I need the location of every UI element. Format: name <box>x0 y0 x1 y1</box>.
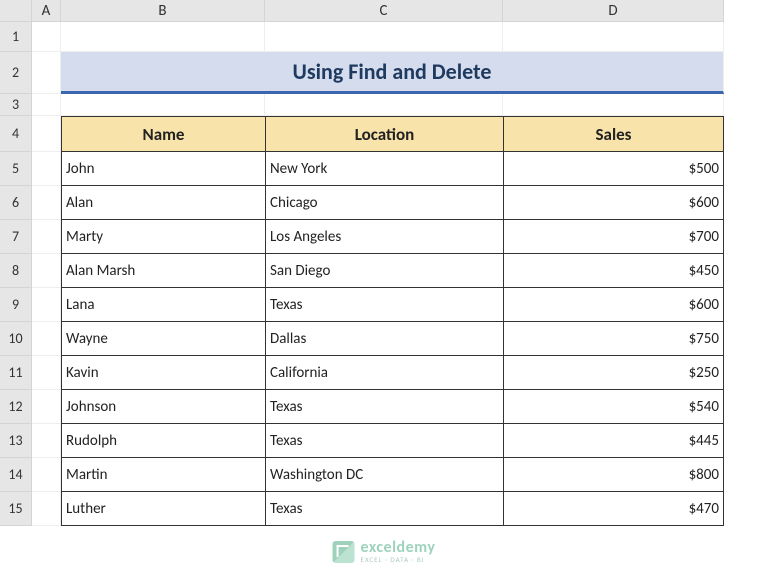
col-header-D[interactable]: D <box>503 0 724 22</box>
cell-sales[interactable]: $445 <box>503 424 724 458</box>
cell-sales[interactable]: $800 <box>503 458 724 492</box>
table-header-location[interactable]: Location <box>265 116 503 152</box>
row-header-5[interactable]: 5 <box>0 152 32 186</box>
cell-A2[interactable] <box>32 52 61 94</box>
cell-location[interactable]: Chicago <box>265 186 503 220</box>
cell-name[interactable]: Johnson <box>61 390 265 424</box>
page-title[interactable]: Using Find and Delete <box>61 52 724 94</box>
cell-location[interactable]: California <box>265 356 503 390</box>
cell-sales[interactable]: $700 <box>503 220 724 254</box>
row-header-1[interactable]: 1 <box>0 22 32 52</box>
spreadsheet-grid[interactable]: A B C D 1 2 Using Find and Delete 3 4 Na… <box>0 0 768 526</box>
cell-location[interactable]: San Diego <box>265 254 503 288</box>
cell-A7[interactable] <box>32 220 61 254</box>
watermark-brand: exceldemy <box>361 540 436 556</box>
table-header-name[interactable]: Name <box>61 116 265 152</box>
cell-location[interactable]: Washington DC <box>265 458 503 492</box>
cell-name[interactable]: Kavin <box>61 356 265 390</box>
cell-name[interactable]: Wayne <box>61 322 265 356</box>
cell-A14[interactable] <box>32 458 61 492</box>
cell-name[interactable]: Marty <box>61 220 265 254</box>
cell-A12[interactable] <box>32 390 61 424</box>
cell-D1[interactable] <box>503 22 724 52</box>
cell-location[interactable]: New York <box>265 152 503 186</box>
cell-name[interactable]: Luther <box>61 492 265 526</box>
cell-C1[interactable] <box>265 22 503 52</box>
cell-A4[interactable] <box>32 116 61 152</box>
table-header-sales[interactable]: Sales <box>503 116 724 152</box>
col-header-B[interactable]: B <box>61 0 265 22</box>
cell-sales[interactable]: $540 <box>503 390 724 424</box>
row-header-7[interactable]: 7 <box>0 220 32 254</box>
cell-name[interactable]: Lana <box>61 288 265 322</box>
row-header-8[interactable]: 8 <box>0 254 32 288</box>
cell-A10[interactable] <box>32 322 61 356</box>
cell-B1[interactable] <box>61 22 265 52</box>
cell-name[interactable]: Alan <box>61 186 265 220</box>
cell-A1[interactable] <box>32 22 61 52</box>
cell-A11[interactable] <box>32 356 61 390</box>
cell-name[interactable]: Martin <box>61 458 265 492</box>
row-header-3[interactable]: 3 <box>0 94 32 116</box>
cell-sales[interactable]: $500 <box>503 152 724 186</box>
cell-sales[interactable]: $470 <box>503 492 724 526</box>
row-header-12[interactable]: 12 <box>0 390 32 424</box>
cell-location[interactable]: Texas <box>265 390 503 424</box>
row-header-14[interactable]: 14 <box>0 458 32 492</box>
cell-A3[interactable] <box>32 94 61 116</box>
cell-sales[interactable]: $750 <box>503 322 724 356</box>
cell-name[interactable]: Alan Marsh <box>61 254 265 288</box>
select-all-corner[interactable] <box>0 0 32 22</box>
row-header-15[interactable]: 15 <box>0 492 32 526</box>
row-header-2[interactable]: 2 <box>0 52 32 94</box>
row-header-9[interactable]: 9 <box>0 288 32 322</box>
cell-A8[interactable] <box>32 254 61 288</box>
cell-B3[interactable] <box>61 94 265 116</box>
cell-location[interactable]: Texas <box>265 492 503 526</box>
cell-A6[interactable] <box>32 186 61 220</box>
cell-location[interactable]: Dallas <box>265 322 503 356</box>
row-header-13[interactable]: 13 <box>0 424 32 458</box>
cell-sales[interactable]: $600 <box>503 288 724 322</box>
cell-location[interactable]: Texas <box>265 288 503 322</box>
row-header-11[interactable]: 11 <box>0 356 32 390</box>
col-header-A[interactable]: A <box>32 0 61 22</box>
cell-name[interactable]: John <box>61 152 265 186</box>
row-header-6[interactable]: 6 <box>0 186 32 220</box>
cell-sales[interactable]: $600 <box>503 186 724 220</box>
cell-location[interactable]: Texas <box>265 424 503 458</box>
cell-A13[interactable] <box>32 424 61 458</box>
col-header-C[interactable]: C <box>265 0 503 22</box>
row-header-4[interactable]: 4 <box>0 116 32 152</box>
exceldemy-logo-icon <box>333 541 355 563</box>
cell-sales[interactable]: $450 <box>503 254 724 288</box>
watermark-tagline: EXCEL · DATA · BI <box>361 556 436 563</box>
cell-name[interactable]: Rudolph <box>61 424 265 458</box>
cell-C3[interactable] <box>265 94 503 116</box>
cell-D3[interactable] <box>503 94 724 116</box>
cell-location[interactable]: Los Angeles <box>265 220 503 254</box>
cell-sales[interactable]: $250 <box>503 356 724 390</box>
watermark: exceldemy EXCEL · DATA · BI <box>333 540 436 563</box>
cell-A9[interactable] <box>32 288 61 322</box>
cell-A5[interactable] <box>32 152 61 186</box>
row-header-10[interactable]: 10 <box>0 322 32 356</box>
cell-A15[interactable] <box>32 492 61 526</box>
